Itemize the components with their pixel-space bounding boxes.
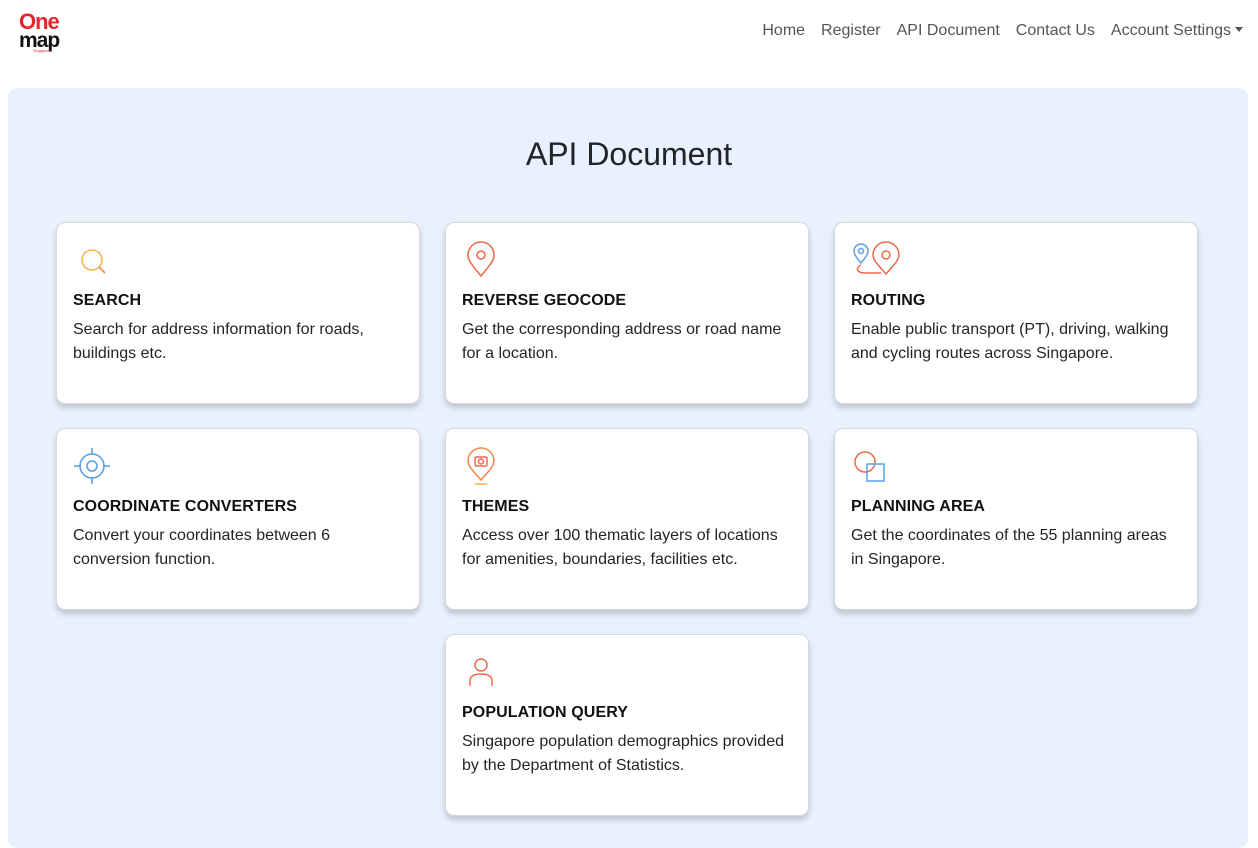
card-title: PLANNING AREA bbox=[851, 498, 986, 515]
card-description: Access over 100 thematic layers of locat… bbox=[462, 527, 778, 568]
onemap-logo[interactable]: One map Singapore bbox=[18, 8, 70, 54]
main-nav: Home Register API Document Contact Us Ac… bbox=[762, 20, 1243, 42]
person-icon bbox=[469, 658, 493, 686]
nav-api-document[interactable]: API Document bbox=[897, 20, 1000, 42]
planning-area-icon bbox=[854, 451, 885, 482]
svg-text:Singapore: Singapore bbox=[33, 48, 52, 53]
card-description: Singapore population demographics provid… bbox=[462, 733, 784, 774]
card-search[interactable]: SEARCH Search for address information fo… bbox=[56, 222, 420, 404]
page-title: API Document bbox=[525, 136, 733, 172]
card-title: COORDINATE CONVERTERS bbox=[73, 498, 298, 515]
nav-register[interactable]: Register bbox=[821, 20, 881, 42]
card-reverse-geocode[interactable]: REVERSE GEOCODE Get the corresponding ad… bbox=[445, 222, 809, 404]
map-pin-icon bbox=[467, 241, 495, 278]
navbar: One map Singapore Home Register API Docu… bbox=[0, 0, 1258, 66]
nav-home[interactable]: Home bbox=[762, 20, 805, 42]
card-description: Search for address information for roads… bbox=[73, 321, 364, 362]
card-population-query[interactable]: POPULATION QUERY Singapore population de… bbox=[445, 634, 809, 816]
nav-contact-us[interactable]: Contact Us bbox=[1016, 20, 1095, 42]
crosshair-icon bbox=[74, 448, 110, 484]
card-title: THEMES bbox=[462, 498, 530, 515]
card-coordinate-converters[interactable]: COORDINATE CONVERTERS Convert your coord… bbox=[56, 428, 420, 610]
card-themes[interactable]: THEMES Access over 100 thematic layers o… bbox=[445, 428, 809, 610]
account-settings-label: Account Settings bbox=[1110, 22, 1231, 39]
card-planning-area[interactable]: PLANNING AREA Get the coordinates of the… bbox=[834, 428, 1198, 610]
caret-down-icon bbox=[1235, 27, 1243, 32]
card-description: Get the corresponding address or road na… bbox=[462, 321, 782, 362]
nav-account-settings[interactable]: Account Settings bbox=[1111, 20, 1243, 42]
search-icon bbox=[81, 249, 106, 274]
card-description: Get the coordinates of the 55 planning a… bbox=[851, 527, 1167, 568]
theme-pin-icon bbox=[467, 447, 495, 485]
card-title: ROUTING bbox=[851, 292, 926, 309]
card-title: POPULATION QUERY bbox=[462, 704, 629, 721]
card-description: Enable public transport (PT), driving, w… bbox=[851, 321, 1169, 362]
card-title: REVERSE GEOCODE bbox=[462, 292, 627, 309]
route-icon bbox=[853, 241, 900, 276]
card-routing[interactable]: ROUTING Enable public transport (PT), dr… bbox=[834, 222, 1198, 404]
card-title: SEARCH bbox=[73, 292, 142, 309]
card-description: Convert your coordinates between 6 conve… bbox=[73, 527, 331, 568]
